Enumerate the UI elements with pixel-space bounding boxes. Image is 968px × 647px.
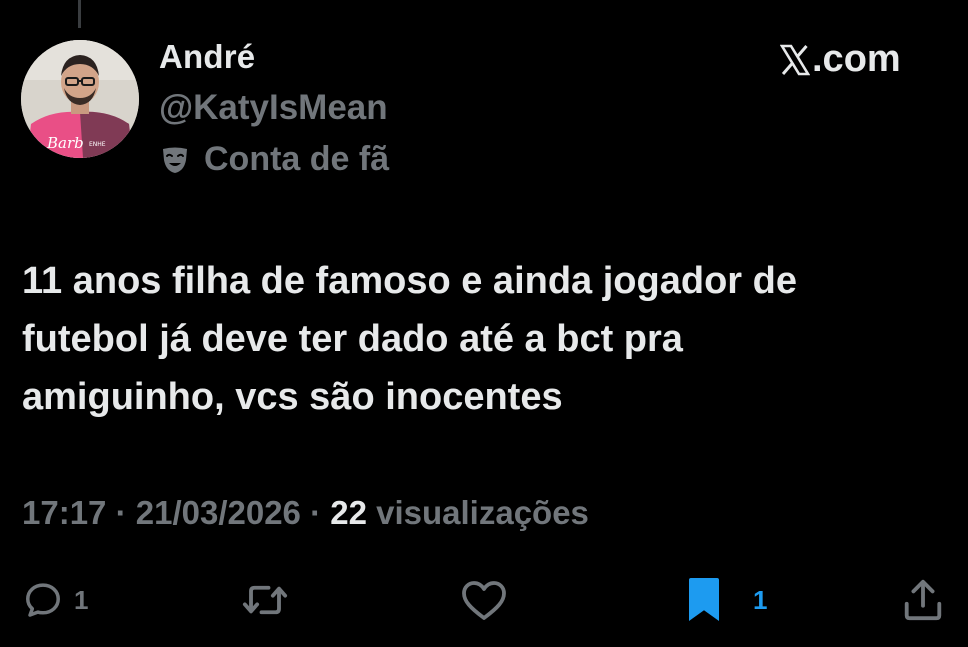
avatar-shirt-text-small: ENHE bbox=[89, 141, 106, 148]
avatar-shirt-text: Barb bbox=[46, 134, 84, 152]
reply-button[interactable]: 1 bbox=[22, 574, 88, 626]
reply-count: 1 bbox=[74, 584, 89, 615]
tweet-metadata: 17:17 · 21/03/2026 · 22 visualizações bbox=[22, 494, 589, 532]
bookmark-icon bbox=[689, 578, 719, 621]
author-handle[interactable]: @KatyIsMean bbox=[159, 88, 388, 128]
avatar-image: Barb ENHE bbox=[21, 40, 139, 158]
share-icon bbox=[904, 579, 942, 621]
author-name[interactable]: André bbox=[159, 38, 255, 76]
like-button[interactable] bbox=[460, 574, 508, 626]
site-brand-suffix: .com bbox=[812, 38, 901, 80]
tweet-text: 11 anos filha de famoso e ainda jogador … bbox=[22, 252, 952, 426]
thread-connector-line bbox=[78, 0, 81, 28]
tweet-text-line: futebol já deve ter dado até a bct pra bbox=[22, 318, 683, 360]
views-label: visualizações bbox=[366, 494, 589, 531]
x-logo-icon bbox=[780, 44, 810, 75]
tweet-date[interactable]: 21/03/2026 bbox=[136, 494, 301, 531]
reply-icon bbox=[26, 583, 60, 617]
meta-separator: · bbox=[106, 494, 136, 531]
heart-icon bbox=[462, 581, 506, 620]
site-brand: .com bbox=[780, 38, 901, 81]
tweet-text-line: amiguinho, vcs são inocentes bbox=[22, 376, 563, 418]
tweet-time[interactable]: 17:17 bbox=[22, 494, 106, 531]
views-count: 22 bbox=[330, 494, 367, 531]
tweet-actions-bar: 1 1 bbox=[0, 574, 968, 626]
bookmark-count: 1 bbox=[753, 584, 768, 615]
meta-separator: · bbox=[300, 494, 331, 531]
retweet-button[interactable] bbox=[240, 574, 290, 626]
fan-account-badge: Conta de fã bbox=[159, 140, 389, 179]
retweet-icon bbox=[242, 585, 288, 615]
share-button[interactable] bbox=[900, 574, 946, 626]
fan-account-label: Conta de fã bbox=[204, 140, 390, 178]
tweet-text-line: 11 anos filha de famoso e ainda jogador … bbox=[22, 260, 797, 302]
bookmark-button[interactable]: 1 bbox=[685, 574, 767, 626]
avatar[interactable]: Barb ENHE bbox=[21, 40, 139, 158]
theater-masks-icon bbox=[163, 147, 187, 173]
